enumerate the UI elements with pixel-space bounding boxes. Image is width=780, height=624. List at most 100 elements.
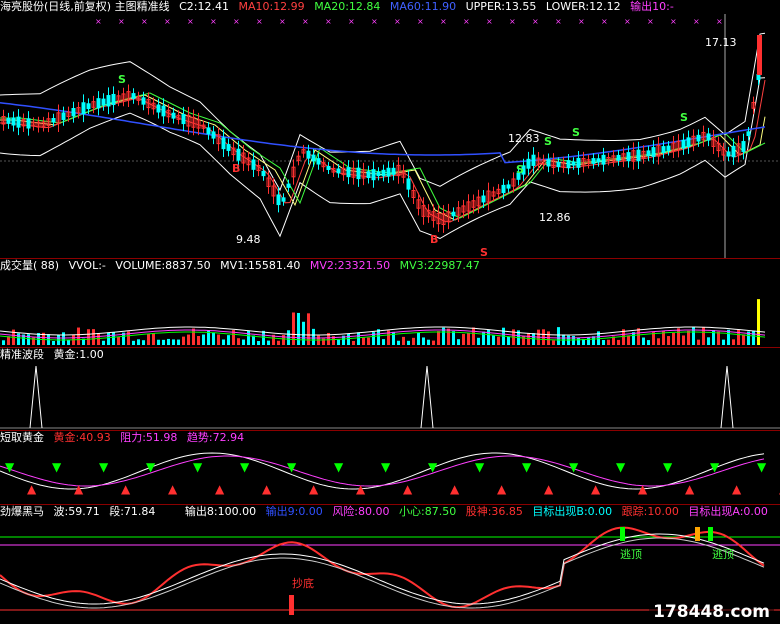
candle: [16, 116, 21, 128]
candle: [141, 97, 146, 105]
volume-bar: [137, 339, 140, 345]
volume-bar: [482, 331, 485, 345]
volume-pane[interactable]: 成交量( 88) VVOL:- VOLUME:8837.50 MV1:15581…: [0, 259, 780, 347]
volume-bar: [672, 332, 675, 345]
candle: [451, 211, 456, 217]
down-arrow-icon: ▼: [475, 460, 485, 474]
volume-bar: [577, 337, 580, 345]
volume-bar: [552, 340, 555, 345]
volume-bar: [432, 340, 435, 345]
candle: [26, 118, 31, 129]
signal-marker: ×: [95, 17, 102, 26]
candle: [531, 154, 536, 166]
volume-bar: [277, 340, 280, 345]
volume-bar: [7, 336, 10, 345]
volume-bar: [162, 339, 165, 345]
signal-marker: ×: [532, 17, 539, 26]
volume-bar: [237, 338, 240, 345]
volume-bar: [222, 339, 225, 345]
volume-bar: [267, 340, 270, 345]
gold-pane[interactable]: 短取黄金 黄金:40.93 阻力:51.98 趋势:72.94 ▼ ▲ ▼ ▲ ▼ ▲ ▼ ▲…: [0, 431, 780, 504]
volume-bar: [697, 339, 700, 345]
up-arrow-icon: ▲: [168, 482, 178, 496]
volume-bar: [547, 331, 550, 345]
volume-bar: [367, 337, 370, 345]
down-arrow-icon: ▼: [381, 460, 391, 474]
signal-marker: ×: [118, 17, 125, 26]
candle: [731, 145, 736, 158]
volume-bar: [337, 339, 340, 345]
candle: [286, 183, 291, 188]
up-arrow-icon: ▲: [27, 482, 37, 496]
signal-marker: ×: [233, 17, 240, 26]
signal-marker: ×: [164, 17, 171, 26]
candle: [61, 112, 66, 120]
volume-bar: [257, 340, 260, 345]
volume-bar: [2, 340, 5, 345]
candle: [696, 134, 701, 142]
candle: [556, 161, 561, 168]
candle: [757, 35, 762, 75]
candle: [226, 144, 231, 151]
wave-pane[interactable]: 精准波段 黄金:1.00: [0, 348, 780, 430]
candle: [311, 154, 316, 162]
signal-marker: ×: [141, 17, 148, 26]
candle: [756, 74, 761, 80]
signal-marker: ×: [601, 17, 608, 26]
volume-bar: [732, 339, 735, 345]
up-arrow-icon: ▲: [262, 482, 272, 496]
volume-bar: [752, 330, 755, 345]
wave-spike: [720, 365, 734, 429]
buy-marker: B: [232, 162, 241, 175]
signal-marker: ×: [348, 17, 355, 26]
volume-bar: [152, 333, 155, 345]
candle: [741, 141, 746, 152]
volume-bar: [112, 332, 115, 345]
candle: [221, 137, 226, 150]
sell-marker: S: [516, 163, 524, 176]
signal-bar: [289, 595, 294, 615]
volume-bar: [602, 340, 605, 345]
candle: [261, 170, 266, 177]
signal-marker: ×: [325, 17, 332, 26]
signal-marker: ×: [670, 17, 677, 26]
candle: [171, 112, 176, 119]
volume-bar: [177, 339, 180, 345]
price-label-1286: 12.86: [539, 211, 571, 224]
down-arrow-icon: ▼: [287, 460, 297, 474]
down-arrow-icon: ▼: [663, 460, 673, 474]
volume-bar: [62, 332, 65, 345]
candle: [211, 131, 216, 139]
candle: [681, 139, 686, 149]
volume-bar: [467, 332, 470, 345]
signal-marker: ×: [210, 17, 217, 26]
volume-bar: [647, 340, 650, 345]
candle: [706, 133, 711, 141]
candle: [391, 167, 396, 175]
volume-bar: [157, 339, 160, 345]
volume-bar: [722, 339, 725, 345]
signal-marker: ×: [624, 17, 631, 26]
volume-bar: [262, 330, 265, 345]
volume-bar: [607, 339, 610, 345]
signal-marker: ×: [647, 17, 654, 26]
candle: [51, 117, 56, 123]
sell-marker: S: [118, 73, 126, 86]
candle: [596, 158, 601, 163]
volume-bar: [17, 333, 20, 345]
volume-bar: [457, 339, 460, 345]
candle: [646, 150, 651, 157]
signal-marker: ×: [509, 17, 516, 26]
signal-marker: ×: [486, 17, 493, 26]
volume-bar: [147, 334, 150, 345]
signal-marker: ×: [463, 17, 470, 26]
volume-bar: [227, 335, 230, 345]
candle: [336, 168, 341, 174]
candle: [616, 154, 621, 161]
watermark: 178448.com: [649, 602, 774, 622]
down-arrow-icon: ▼: [428, 460, 438, 474]
down-arrow-icon: ▼: [616, 460, 626, 474]
candle: [651, 147, 656, 157]
candle: [526, 158, 531, 169]
price-pane[interactable]: 海亮股份(日线,前复权) 主图精准线 C2:12.41 MA10:12.99 M…: [0, 0, 780, 259]
